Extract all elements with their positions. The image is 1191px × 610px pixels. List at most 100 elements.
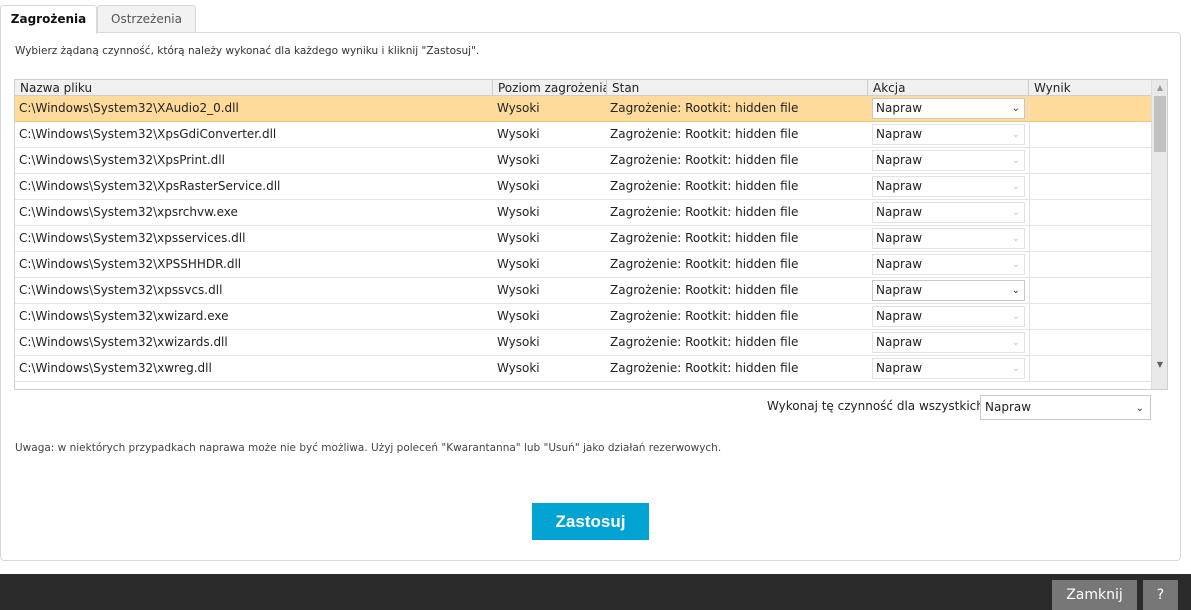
action-select[interactable]: Napraw ⌄ [872,228,1025,249]
action-select-value: Napraw [876,257,923,271]
table-body: C:\Windows\System32\XAudio2_0.dll Wysoki Z… [15,96,1151,382]
table-row[interactable]: C:\Windows\System32\xpsrchvw.exe Wysoki Za… [15,200,1151,226]
table-row[interactable]: C:\Windows\System32\xwreg.dll Wysoki Zagro… [15,356,1151,382]
action-select[interactable]: Napraw ⌄ [872,358,1025,379]
chevron-down-icon: ⌄ [1011,103,1020,114]
column-header-action[interactable]: Akcja [868,80,1029,96]
threat-level-cell: Wysoki [497,205,540,219]
threat-level-cell: Wysoki [497,361,540,375]
result-cell [1029,330,1151,355]
threat-level-cell: Wysoki [497,283,540,297]
close-button[interactable]: Zamknij [1052,580,1137,610]
chevron-down-icon: ⌄ [1011,181,1020,192]
action-select[interactable]: Napraw ⌄ [872,98,1025,119]
table-row[interactable]: C:\Windows\System32\XpsGdiConverter.dll W… [15,122,1151,148]
state-cell: Zagrożenie: Rootkit: hidden file [610,127,799,141]
action-select-value: Napraw [876,153,923,167]
action-select-value: Napraw [876,127,923,141]
result-cell [1029,278,1151,303]
state-cell: Zagrożenie: Rootkit: hidden file [610,153,799,167]
file-name-cell: C:\Windows\System32\xpsrchvw.exe [19,205,238,219]
instruction-text: Wybierz żądaną czynność, którą należy wy… [15,45,480,57]
action-select-value: Napraw [876,179,923,193]
action-select-value: Napraw [876,231,923,245]
column-header-file-name[interactable]: Nazwa pliku [15,80,493,96]
file-name-cell: C:\Windows\System32\XPSSHHDR.dll [19,257,242,271]
tab-threats[interactable]: Zagrożenia [0,5,97,34]
action-select-value: Napraw [876,283,923,297]
state-cell: Zagrożenie: Rootkit: hidden file [610,309,799,323]
scroll-up-arrow-icon[interactable]: ▲ [1152,80,1167,96]
table-row[interactable]: C:\Windows\System32\XpsRasterService.dll… [15,174,1151,200]
column-header-state[interactable]: Stan [607,80,868,96]
state-cell: Zagrożenie: Rootkit: hidden file [610,361,799,375]
chevron-down-icon: ⌄ [1011,259,1020,270]
result-cell [1029,200,1151,225]
result-cell [1029,148,1151,173]
state-cell: Zagrożenie: Rootkit: hidden file [610,283,799,297]
chevron-down-icon: ⌄ [1011,363,1020,374]
file-name-cell: C:\Windows\System32\xwizard.exe [19,309,229,323]
file-name-cell: C:\Windows\System32\xpsservices.dll [19,231,246,245]
file-name-cell: C:\Windows\System32\xpssvcs.dll [19,283,223,297]
threat-level-cell: Wysoki [497,127,540,141]
result-cell [1029,226,1151,251]
threat-level-cell: Wysoki [497,231,540,245]
action-select-value: Napraw [876,101,923,115]
chevron-down-icon: ⌄ [1011,285,1020,296]
help-button[interactable]: ? [1143,580,1178,610]
action-select[interactable]: Napraw ⌄ [872,254,1025,275]
column-header-threat-level[interactable]: Poziom zagrożenia [493,80,607,96]
table-header: Nazwa pliku Poziom zagrożenia Stan Akcja… [15,80,1151,96]
action-select-value: Napraw [876,205,923,219]
state-cell: Zagrożenie: Rootkit: hidden file [610,205,799,219]
scroll-down-arrow-icon[interactable]: ▼ [1152,357,1167,373]
result-cell [1029,96,1151,121]
action-select-value: Napraw [876,335,923,349]
table-row[interactable]: C:\Windows\System32\xwizards.dll Wysoki Za… [15,330,1151,356]
tab-warnings[interactable]: Ostrzeżenia [97,5,196,33]
action-select[interactable]: Napraw ⌄ [872,280,1025,301]
action-select[interactable]: Napraw ⌄ [872,202,1025,223]
state-cell: Zagrożenie: Rootkit: hidden file [610,231,799,245]
apply-button[interactable]: Zastosuj [532,503,649,540]
scrollbar-thumb[interactable] [1154,96,1166,152]
action-select[interactable]: Napraw ⌄ [872,150,1025,171]
result-cell [1029,122,1151,147]
state-cell: Zagrożenie: Rootkit: hidden file [610,179,799,193]
threat-level-cell: Wysoki [497,257,540,271]
threat-level-cell: Wysoki [497,101,540,115]
table-row[interactable]: C:\Windows\System32\xpsservices.dll Wysok… [15,226,1151,252]
footer-bar: Zamknij ? [0,574,1191,610]
file-name-cell: C:\Windows\System32\XpsRasterService.dll [19,179,281,193]
action-select[interactable]: Napraw ⌄ [872,176,1025,197]
state-cell: Zagrożenie: Rootkit: hidden file [610,101,799,115]
column-header-result[interactable]: Wynik [1029,80,1151,96]
threat-level-cell: Wysoki [497,309,540,323]
threats-panel: Wybierz żądaną czynność, którą należy wy… [0,32,1181,561]
apply-all-select[interactable]: Napraw ⌄ [980,395,1151,420]
chevron-down-icon: ⌄ [1011,337,1020,348]
results-table: Nazwa pliku Poziom zagrożenia Stan Akcja… [14,79,1168,390]
chevron-down-icon: ⌄ [1135,403,1144,414]
table-row[interactable]: C:\Windows\System32\XpsPrint.dll Wysoki Za… [15,148,1151,174]
file-name-cell: C:\Windows\System32\xwreg.dll [19,361,212,375]
action-select[interactable]: Napraw ⌄ [872,332,1025,353]
table-row[interactable]: C:\Windows\System32\xwizard.exe Wysoki Zag… [15,304,1151,330]
table-row[interactable]: C:\Windows\System32\xpssvcs.dll Wysoki Zag… [15,278,1151,304]
vertical-scrollbar[interactable]: ▲ ▼ [1151,80,1167,389]
result-cell [1029,252,1151,277]
apply-all-select-value: Napraw [985,400,1032,414]
note-text: Uwaga: w niektórych przypadkach naprawa … [15,442,722,454]
apply-all-label: Wykonaj tę czynność dla wszystkich: [767,399,988,413]
table-row[interactable]: C:\Windows\System32\XPSSHHDR.dll Wysoki Za… [15,252,1151,278]
threat-level-cell: Wysoki [497,179,540,193]
action-select[interactable]: Napraw ⌄ [872,124,1025,145]
result-cell [1029,304,1151,329]
table-row[interactable]: C:\Windows\System32\XAudio2_0.dll Wysoki Z… [15,96,1151,122]
action-select[interactable]: Napraw ⌄ [872,306,1025,327]
chevron-down-icon: ⌄ [1011,207,1020,218]
state-cell: Zagrożenie: Rootkit: hidden file [610,257,799,271]
chevron-down-icon: ⌄ [1011,311,1020,322]
chevron-down-icon: ⌄ [1011,233,1020,244]
